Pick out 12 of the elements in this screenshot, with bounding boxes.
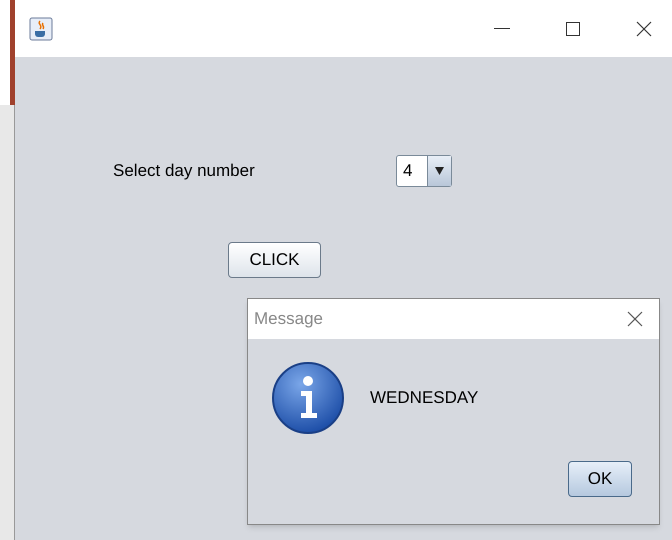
maximize-icon[interactable]	[566, 22, 580, 36]
ok-button[interactable]: OK	[568, 461, 632, 497]
close-icon[interactable]	[627, 311, 643, 327]
info-icon	[271, 361, 345, 435]
dialog-title: Message	[254, 308, 324, 330]
dropdown-arrow-icon	[435, 167, 444, 175]
java-cup-icon	[29, 16, 53, 40]
day-select[interactable]: 4	[396, 155, 452, 187]
field-label: Select day number	[113, 160, 256, 182]
click-button[interactable]: CLICK	[228, 242, 321, 278]
close-icon[interactable]	[636, 20, 652, 36]
dialog-message: WEDNESDAY	[370, 387, 478, 410]
